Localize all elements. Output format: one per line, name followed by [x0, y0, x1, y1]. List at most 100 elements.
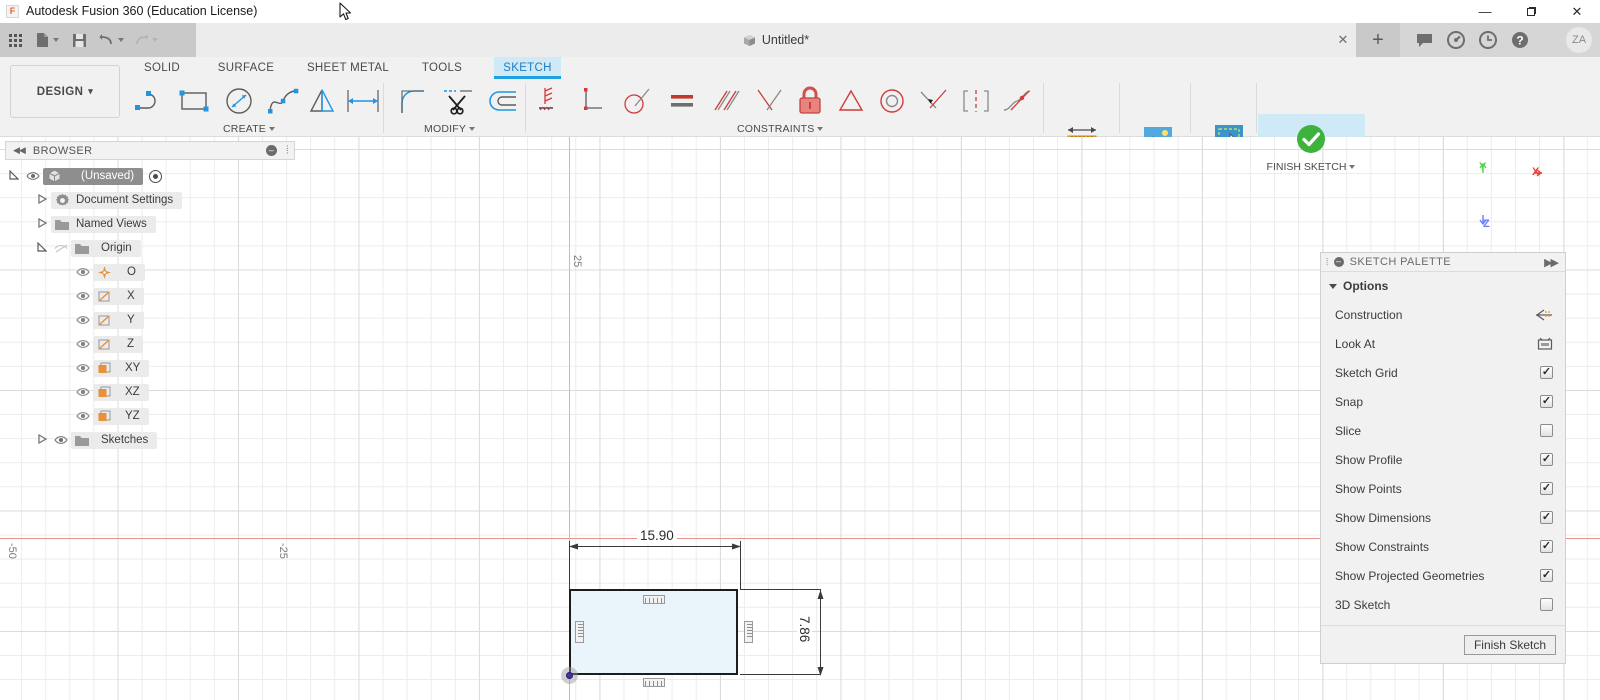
browser-grip-icon[interactable]: ⦙ [286, 144, 289, 157]
tree-item-pill[interactable]: XY [93, 359, 150, 377]
tree-item-plane-yz[interactable]: YZ [5, 404, 295, 428]
visibility-eye-icon[interactable] [73, 291, 93, 301]
tree-item-pill[interactable]: O [93, 263, 145, 281]
show-constraints-checkbox[interactable] [1540, 540, 1553, 553]
snap-checkbox[interactable] [1540, 395, 1553, 408]
palette-minimize-icon[interactable]: – [1333, 257, 1344, 267]
create-group-label[interactable]: CREATE [223, 123, 276, 135]
look-at-icon[interactable] [1537, 336, 1553, 351]
tree-item-pill[interactable]: (Unsaved) [43, 167, 144, 185]
tree-item-pill[interactable]: Origin [71, 239, 141, 257]
vertical-constraint-glyph[interactable] [744, 621, 753, 643]
maximize-button[interactable] [1508, 0, 1554, 23]
tab-sketch[interactable]: SKETCH [494, 57, 561, 79]
collapse-browser-icon[interactable]: ◀◀ [13, 145, 26, 156]
tree-item-pill[interactable]: Named Views [51, 215, 156, 233]
finish-sketch-button[interactable]: FINISH SKETCH [1267, 117, 1356, 195]
workspace-switcher-button[interactable]: DESIGN ▾ [10, 65, 120, 118]
data-panel-icon[interactable] [1439, 23, 1473, 57]
symmetry-constraint[interactable] [954, 79, 998, 123]
document-tab[interactable]: Untitled* [196, 23, 1356, 57]
show-profile-checkbox[interactable] [1540, 453, 1553, 466]
palette-row-show-profile[interactable]: Show Profile [1321, 445, 1565, 474]
sketch-grid-checkbox[interactable] [1540, 366, 1553, 379]
3d-sketch-checkbox[interactable] [1540, 598, 1553, 611]
options-section-header[interactable]: Options [1321, 272, 1565, 300]
mirror-tool[interactable] [300, 79, 344, 123]
palette-row-show-constraints[interactable]: Show Constraints [1321, 532, 1565, 561]
palette-row-construction[interactable]: Construction [1321, 300, 1565, 329]
tree-item-pill[interactable]: XZ [93, 383, 149, 401]
trim-tool[interactable] [436, 79, 480, 123]
visibility-eye-off-icon[interactable] [51, 243, 71, 254]
slice-checkbox[interactable] [1540, 424, 1553, 437]
tree-item-origin-point[interactable]: O [5, 260, 295, 284]
expand-arrow-icon[interactable] [33, 241, 51, 254]
close-button[interactable]: ✕ [1554, 0, 1600, 23]
palette-row-show-points[interactable]: Show Points [1321, 474, 1565, 503]
tab-sheet-metal[interactable]: SHEET METAL [300, 57, 396, 79]
tree-item-document-settings[interactable]: Document Settings [5, 188, 295, 212]
comments-icon[interactable] [1407, 23, 1441, 57]
palette-expand-icon[interactable]: ▶▶ [1544, 256, 1559, 269]
tree-item-pill[interactable]: YZ [93, 407, 149, 425]
tree-item-pill[interactable]: X [93, 287, 144, 305]
width-dimension-text[interactable]: 15.90 [637, 528, 677, 543]
concentric-constraint[interactable] [870, 79, 914, 123]
collinear-constraint[interactable] [748, 79, 792, 123]
tangent-constraint[interactable] [616, 79, 660, 123]
fillet-tool[interactable] [392, 79, 436, 123]
construction-icon[interactable] [1535, 308, 1553, 322]
expand-arrow-icon[interactable] [5, 169, 23, 182]
palette-row-show-dimensions[interactable]: Show Dimensions [1321, 503, 1565, 532]
finish-sketch-palette-button[interactable]: Finish Sketch [1463, 634, 1556, 655]
visibility-eye-icon[interactable] [73, 363, 93, 373]
activate-component-radio[interactable] [149, 169, 163, 183]
tab-surface[interactable]: SURFACE [206, 57, 286, 79]
sketch-dimension-tool[interactable] [341, 79, 385, 123]
palette-row-3d-sketch[interactable]: 3D Sketch [1321, 590, 1565, 619]
palette-row-sketch-grid[interactable]: Sketch Grid [1321, 358, 1565, 387]
minimize-button[interactable]: — [1462, 0, 1508, 23]
palette-row-show-projected-geometries[interactable]: Show Projected Geometries [1321, 561, 1565, 590]
tree-item-unsaved[interactable]: (Unsaved) [5, 164, 295, 188]
visibility-eye-icon[interactable] [73, 339, 93, 349]
tree-item-pill[interactable]: Sketches [71, 431, 158, 449]
tab-solid[interactable]: SOLID [133, 57, 191, 79]
show-points-checkbox[interactable] [1540, 482, 1553, 495]
help-icon[interactable]: ? [1503, 23, 1537, 57]
tree-item-axis-z[interactable]: Z [5, 332, 295, 356]
visibility-eye-icon[interactable] [73, 315, 93, 325]
palette-row-snap[interactable]: Snap [1321, 387, 1565, 416]
expand-arrow-icon[interactable] [33, 433, 51, 446]
visibility-eye-icon[interactable] [73, 267, 93, 277]
tree-item-pill[interactable]: Y [93, 311, 144, 329]
tree-item-origin[interactable]: Origin [5, 236, 295, 260]
fix-unfix-constraint[interactable] [788, 79, 832, 123]
tree-item-named-views[interactable]: Named Views [5, 212, 295, 236]
visibility-eye-icon[interactable] [23, 171, 43, 181]
save-button[interactable] [64, 23, 94, 57]
circle-tool[interactable] [217, 79, 261, 123]
tab-tools[interactable]: TOOLS [412, 57, 472, 79]
curvature-constraint[interactable] [995, 79, 1039, 123]
visibility-eye-icon[interactable] [51, 435, 71, 445]
job-status-clock-icon[interactable] [1471, 23, 1505, 57]
show-dimensions-checkbox[interactable] [1540, 511, 1553, 524]
palette-row-slice[interactable]: Slice [1321, 416, 1565, 445]
redo-button[interactable] [128, 23, 162, 57]
tree-item-plane-xz[interactable]: XZ [5, 380, 295, 404]
horizontal-constraint-glyph[interactable] [643, 595, 665, 604]
undo-button[interactable] [94, 23, 128, 57]
sketch-origin-point[interactable] [561, 667, 578, 684]
visibility-eye-icon[interactable] [73, 411, 93, 421]
coincident-constraint[interactable] [911, 79, 955, 123]
new-file-button[interactable] [30, 23, 64, 57]
tree-item-plane-xy[interactable]: XY [5, 356, 295, 380]
rectangle-tool[interactable] [173, 79, 217, 123]
horizontal-constraint-glyph[interactable] [643, 678, 665, 687]
constraints-group-label[interactable]: CONSTRAINTS [737, 123, 824, 135]
tree-item-sketches[interactable]: Sketches [5, 428, 295, 452]
document-tab-close-icon[interactable]: ✕ [1335, 32, 1351, 48]
spline-tool[interactable] [261, 79, 305, 123]
